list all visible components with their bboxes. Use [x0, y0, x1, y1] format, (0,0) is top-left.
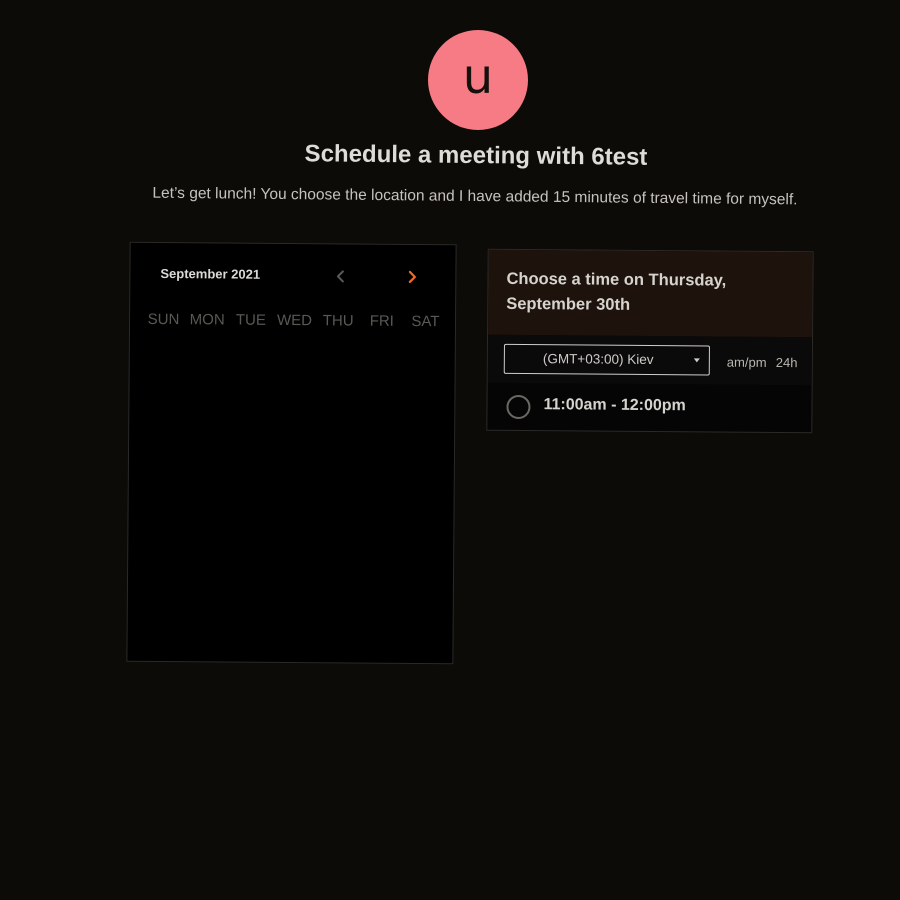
timezone-value: (GMT+03:00) Kiev [542, 351, 654, 368]
format-ampm-toggle[interactable]: am/pm [727, 355, 767, 370]
weekday-sun: SUN [147, 310, 180, 329]
chevron-left-icon [328, 264, 352, 288]
weekday-sat: SAT [411, 312, 440, 331]
next-month-button[interactable] [400, 265, 424, 289]
radio-button[interactable] [506, 394, 531, 420]
timezone-row: (GMT+03:00) Kiev am/pm 24h [487, 334, 813, 386]
weekday-mon: MON [189, 311, 225, 329]
weekday-tue: TUE [235, 311, 266, 329]
weekday-thu: THU [322, 312, 354, 330]
weekday-header: SUN MON TUE WED THU FRI SAT [142, 311, 447, 330]
scheduling-page: u Schedule a meeting with 6test Let’s ge… [0, 0, 900, 900]
time-picker-header: Choose a time on Thursday, September 30t… [488, 249, 813, 338]
time-slot-option[interactable]: 11:00am - 12:00pm [487, 383, 811, 434]
host-avatar: u [428, 30, 528, 130]
calendar-month-label: September 2021 [160, 265, 261, 282]
calendar-panel: September 2021 SUN MON TUE WED THU FRI S… [126, 241, 457, 665]
format-24h-toggle[interactable]: 24h [776, 355, 798, 370]
page-title: Schedule a meeting with 6test [304, 140, 648, 171]
previous-month-button[interactable] [328, 264, 352, 288]
caret-down-icon [693, 358, 700, 363]
timezone-select[interactable]: (GMT+03:00) Kiev [503, 343, 710, 376]
meeting-description: Let’s get lunch! You choose the location… [152, 184, 798, 209]
weekday-wed: WED [276, 311, 313, 330]
time-slot-label: 11:00am - 12:00pm [543, 396, 686, 415]
time-picker-heading: Choose a time on Thursday, September 30t… [506, 269, 727, 314]
chevron-right-icon [400, 265, 424, 289]
weekday-fri: FRI [369, 312, 394, 330]
time-picker-panel: Choose a time on Thursday, September 30t… [486, 248, 814, 434]
